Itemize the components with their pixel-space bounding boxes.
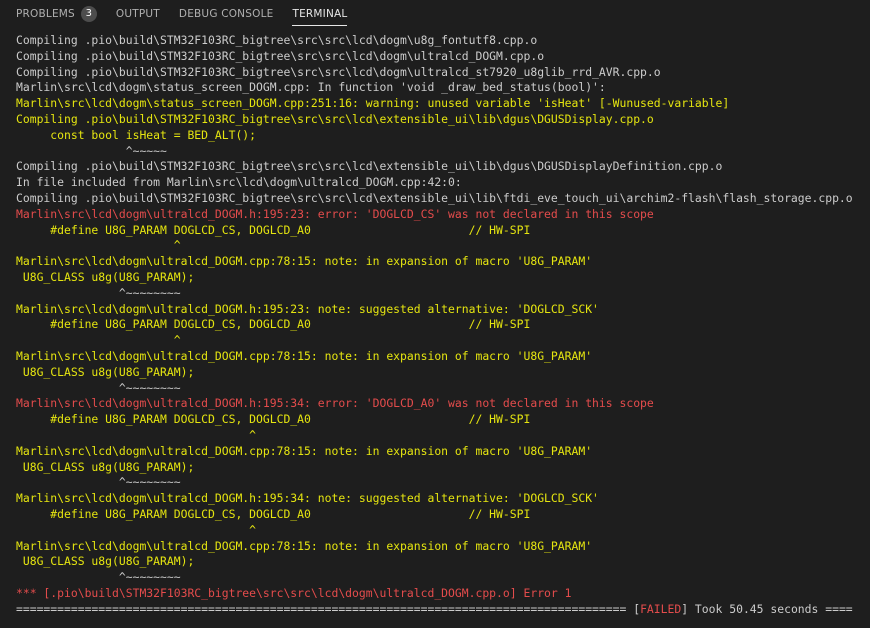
terminal-line: Marlin\src\lcd\dogm\ultralcd_DOGM.cpp:78…: [16, 443, 593, 458]
tab-output[interactable]: OUTPUT: [116, 0, 160, 26]
terminal-line: Marlin\src\lcd\dogm\ultralcd_DOGM.h:195:…: [16, 206, 654, 221]
terminal-line: ^~~~~~~~~: [16, 285, 181, 300]
tab-terminal[interactable]: TERMINAL: [292, 0, 348, 26]
tab-problems-label: PROBLEMS: [16, 8, 75, 20]
terminal-line: const bool isHeat = BED_ALT();: [16, 127, 257, 142]
terminal-line: Marlin\src\lcd\dogm\ultralcd_DOGM.h:195:…: [16, 491, 599, 506]
terminal-line: Marlin\src\lcd\dogm\ultralcd_DOGM.cpp:78…: [16, 538, 593, 553]
terminal-line: Compiling .pio\build\STM32F103RC_bigtree…: [16, 190, 853, 205]
panel-tab-bar: PROBLEMS 3 OUTPUT DEBUG CONSOLE TERMINAL: [0, 0, 870, 30]
build-status-line: ========================================…: [16, 602, 870, 618]
terminal-line: #define U8G_PARAM DOGLCD_CS, DOGLCD_A0 /…: [16, 222, 531, 237]
terminal-line: Compiling .pio\build\STM32F103RC_bigtree…: [16, 64, 661, 79]
status-prefix: ========================================…: [16, 601, 641, 616]
terminal-line: Marlin\src\lcd\dogm\ultralcd_DOGM.h:195:…: [16, 301, 599, 316]
terminal-line: Marlin\src\lcd\dogm\status_screen_DOGM.c…: [16, 80, 606, 95]
terminal-line: ^: [16, 522, 257, 537]
terminal-line: In file included from Marlin\src\lcd\dog…: [16, 175, 462, 190]
terminal-line: #define U8G_PARAM DOGLCD_CS, DOGLCD_A0 /…: [16, 317, 531, 332]
terminal-line: Compiling .pio\build\STM32F103RC_bigtree…: [16, 159, 723, 174]
terminal-line: Marlin\src\lcd\dogm\ultralcd_DOGM.cpp:78…: [16, 348, 593, 363]
terminal-line: #define U8G_PARAM DOGLCD_CS, DOGLCD_A0 /…: [16, 506, 531, 521]
terminal-line: ^~~~~~: [16, 143, 167, 158]
terminal-panel: PROBLEMS 3 OUTPUT DEBUG CONSOLE TERMINAL…: [0, 0, 870, 628]
tab-output-label: OUTPUT: [115, 8, 160, 20]
terminal-line: U8G_CLASS u8g(U8G_PARAM);: [16, 459, 195, 474]
tab-debug-console-label: DEBUG CONSOLE: [178, 8, 274, 20]
terminal-line: ^: [16, 333, 181, 348]
terminal-line: ^: [16, 238, 181, 253]
terminal-line: ^~~~~~~~~: [16, 475, 181, 490]
failed-status: FAILED: [640, 601, 682, 616]
terminal-line: Marlin\src\lcd\dogm\ultralcd_DOGM.cpp:78…: [16, 254, 593, 269]
terminal-line: Compiling .pio\build\STM32F103RC_bigtree…: [16, 48, 545, 63]
tab-problems[interactable]: PROBLEMS 3: [16, 0, 97, 26]
terminal-line: Compiling .pio\build\STM32F103RC_bigtree…: [16, 33, 538, 47]
terminal-output[interactable]: Compiling .pio\build\STM32F103RC_bigtree…: [16, 33, 870, 628]
tab-debug-console[interactable]: DEBUG CONSOLE: [179, 0, 274, 26]
terminal-line: U8G_CLASS u8g(U8G_PARAM);: [16, 554, 195, 569]
terminal-line: U8G_CLASS u8g(U8G_PARAM);: [16, 364, 195, 379]
terminal-line: ^~~~~~~~~: [16, 380, 181, 395]
terminal-line: ^: [16, 427, 257, 442]
terminal-line: ^~~~~~~~~: [16, 570, 181, 585]
status-suffix: ] Took 50.45 seconds ====: [681, 601, 853, 616]
terminal-line: Compiling .pio\build\STM32F103RC_bigtree…: [16, 111, 654, 126]
problems-count-badge: 3: [80, 6, 97, 22]
tab-terminal-label: TERMINAL: [292, 7, 348, 20]
terminal-line: Marlin\src\lcd\dogm\status_screen_DOGM.c…: [16, 96, 730, 111]
terminal-line: #define U8G_PARAM DOGLCD_CS, DOGLCD_A0 /…: [16, 412, 531, 427]
terminal-line: Marlin\src\lcd\dogm\ultralcd_DOGM.h:195:…: [16, 396, 654, 411]
terminal-line: U8G_CLASS u8g(U8G_PARAM);: [16, 269, 195, 284]
terminal-line: *** [.pio\build\STM32F103RC_bigtree\src\…: [16, 585, 572, 600]
